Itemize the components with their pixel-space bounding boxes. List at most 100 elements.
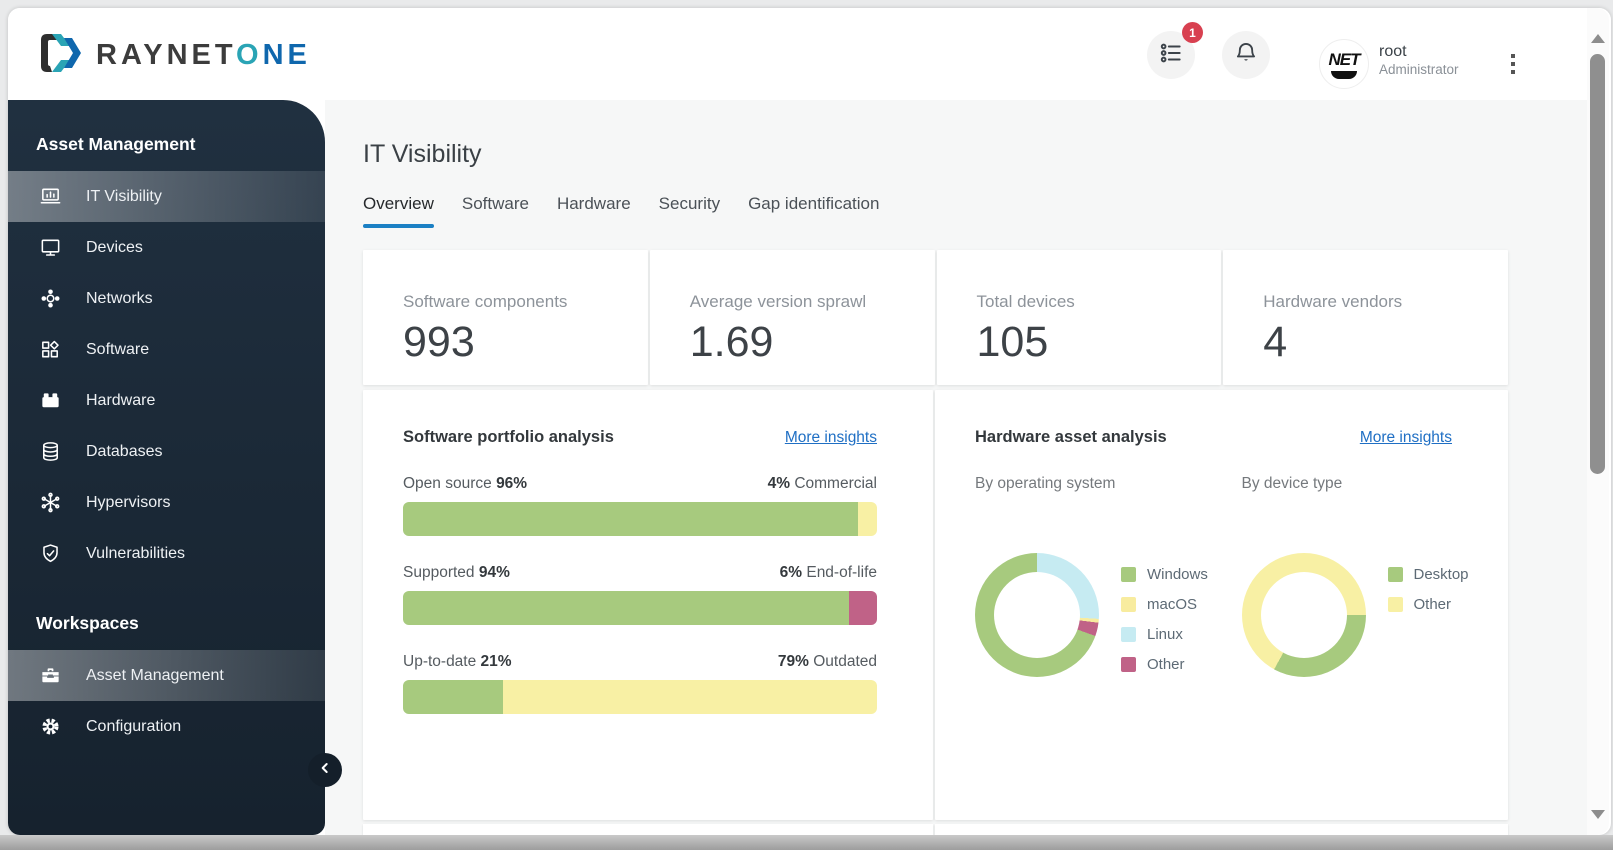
top-header: RAYNETONE 1 NET root Administrator (8, 8, 1611, 100)
sidebar-item-it-visibility[interactable]: IT Visibility (8, 171, 325, 222)
portfolio-bar-supported: Supported 94% 6% End-of-life (363, 564, 933, 625)
sidebar-collapse-button[interactable] (308, 753, 342, 787)
legend-item-other: Other (1121, 649, 1208, 679)
legend-swatch (1387, 566, 1403, 582)
user-info[interactable]: root Administrator (1379, 42, 1459, 79)
legend-swatch (1121, 566, 1136, 582)
sidebar-item-label: Hardware (86, 391, 156, 409)
sidebar-item-asset-management[interactable]: Asset Management (8, 650, 325, 701)
portfolio-bar-open-source: Open source 96% 4% Commercial (363, 475, 933, 536)
sidebar-item-databases[interactable]: Databases (8, 426, 325, 477)
legend-item-other: Other (1387, 589, 1469, 619)
software-more-insights-link[interactable]: More insights (785, 429, 877, 447)
stacked-bar (403, 591, 877, 625)
chevron-left-icon (317, 760, 333, 781)
bar-left-label: Supported 94% (403, 564, 510, 581)
chart-subtitle-by-device-type: By device type (1241, 475, 1343, 492)
tab-overview[interactable]: Overview (363, 194, 434, 228)
tab-security[interactable]: Security (659, 194, 720, 226)
stat-label: Hardware vendors (1263, 292, 1403, 311)
sidebar-section-title-asset-management: Asset Management (36, 134, 196, 154)
scroll-down-arrow-icon[interactable] (1591, 810, 1605, 819)
sidebar-item-vulnerabilities[interactable]: Vulnerabilities (8, 528, 325, 579)
sidebar-item-label: Asset Management (86, 666, 224, 684)
legend-swatch (1121, 596, 1136, 612)
analysis-row: Software portfolio analysis More insight… (363, 390, 1508, 820)
hardware-asset-card: Hardware asset analysis More insights By… (935, 390, 1508, 820)
legend-swatch (1121, 656, 1136, 672)
donut-ring (1241, 553, 1366, 677)
sidebar-item-label: Devices (86, 238, 143, 256)
overflow-menu-button[interactable] (1500, 46, 1526, 82)
donut-legend: Desktop Other (1387, 559, 1469, 679)
donut-chart-by-operating-system: Windows macOS Linux Other (975, 553, 1242, 679)
bar-right-label: 4% Commercial (767, 475, 877, 492)
gear-icon (38, 715, 62, 739)
stat-value: 105 (976, 318, 1049, 366)
legend-label: Windows (1147, 565, 1208, 583)
page-title: IT Visibility (363, 140, 482, 168)
hardware-chart-subtitles: By operating system By device type (935, 475, 1508, 493)
bar-right-label: 6% End-of-life (779, 564, 877, 581)
sidebar-item-configuration[interactable]: Configuration (8, 701, 325, 752)
tab-hardware[interactable]: Hardware (557, 194, 631, 226)
donut-chart-by-device-type: Desktop Other (1241, 553, 1509, 679)
stacked-bar (403, 680, 877, 714)
sidebar-item-networks[interactable]: Networks (8, 273, 325, 324)
chart-subtitle-by-operating-system: By operating system (975, 475, 1116, 492)
notifications-button[interactable] (1222, 31, 1270, 79)
stat-value: 993 (403, 318, 475, 366)
sidebar-item-hardware[interactable]: Hardware (8, 375, 325, 426)
sidebar-item-hypervisors[interactable]: Hypervisors (8, 477, 325, 528)
bar-left-label: Up-to-date 21% (403, 653, 512, 670)
legend-item-linux: Linux (1121, 619, 1208, 649)
sidebar-item-devices[interactable]: Devices (8, 222, 325, 273)
sidebar-item-label: Hypervisors (86, 493, 171, 511)
user-avatar[interactable]: NET (1319, 39, 1369, 89)
stat-card-total-devices: Total devices 105 (936, 250, 1222, 385)
legend-label: Other (1413, 595, 1452, 613)
tab-software[interactable]: Software (462, 194, 529, 226)
hardware-asset-title: Hardware asset analysis (975, 428, 1167, 446)
bar-right-label: 79% Outdated (777, 653, 877, 670)
logo-wordmark: RAYNETONE (96, 39, 311, 71)
donut-ring (975, 553, 1099, 677)
briefcase-icon (38, 664, 62, 688)
legend-label: Linux (1147, 625, 1183, 643)
legend-item-desktop: Desktop (1387, 559, 1469, 589)
window-bottom-bar (0, 835, 1613, 850)
user-role: Administrator (1379, 62, 1459, 77)
legend-swatch (1121, 626, 1136, 642)
legend-label: Other (1147, 655, 1185, 673)
task-list-icon (1158, 40, 1184, 71)
tasks-count-badge: 1 (1182, 22, 1203, 43)
stat-card-software-components: Software components 993 (363, 250, 648, 385)
software-portfolio-card: Software portfolio analysis More insight… (363, 390, 933, 820)
sidebar-item-label: Software (86, 340, 150, 358)
user-name: root (1379, 43, 1407, 60)
sidebar-item-label: Configuration (86, 717, 182, 735)
database-icon (38, 440, 62, 464)
raynet-one-logo[interactable]: RAYNETONE (38, 32, 311, 79)
hardware-icon (38, 389, 62, 413)
sidebar-nav: Asset Management IT Visibility Devices Netw… (8, 100, 325, 835)
stacked-bar (403, 502, 877, 536)
stat-value: 4 (1263, 318, 1288, 366)
stat-label: Software components (403, 292, 568, 311)
next-cards-sliver (363, 824, 1508, 835)
tab-gap-identification[interactable]: Gap identification (748, 194, 879, 226)
stat-label: Total devices (976, 292, 1075, 311)
sidebar-item-label: IT Visibility (86, 187, 162, 205)
vertical-scrollbar[interactable] (1587, 8, 1609, 835)
scroll-up-arrow-icon[interactable] (1591, 34, 1605, 43)
stat-label: Average version sprawl (689, 292, 867, 311)
sidebar-item-label: Networks (86, 289, 153, 307)
logo-mark-icon (38, 32, 84, 79)
sidebar-item-software[interactable]: Software (8, 324, 325, 375)
legend-label: macOS (1147, 595, 1198, 613)
hardware-donut-charts: Windows macOS Linux Other Desktop Other (935, 517, 1508, 679)
legend-label: Desktop (1413, 565, 1469, 583)
hardware-more-insights-link[interactable]: More insights (1360, 429, 1452, 447)
scrollbar-thumb[interactable] (1590, 54, 1605, 474)
monitor-icon (38, 236, 62, 260)
